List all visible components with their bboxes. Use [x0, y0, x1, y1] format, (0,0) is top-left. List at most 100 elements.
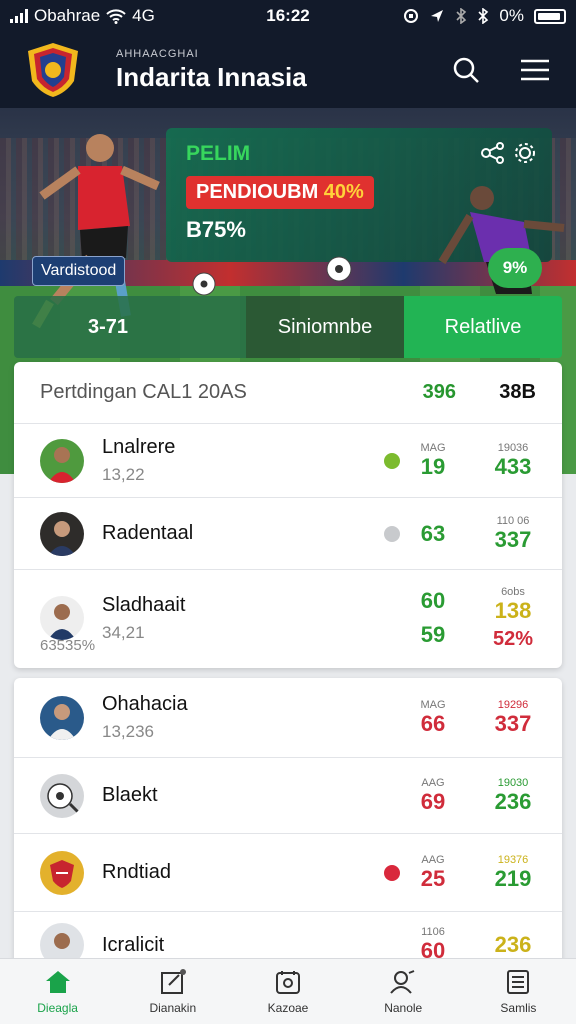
stat-a-value: 69 — [420, 788, 446, 814]
stat-b-label: 19376 — [497, 853, 529, 866]
player-name: Ohahacia — [102, 693, 188, 715]
header-col2: 38B — [499, 381, 536, 403]
list-item[interactable]: Lnalrere 13,22 MAG 19 19036 433 — [14, 424, 562, 498]
carrier-label: Obahrae — [34, 6, 101, 25]
user-search-icon — [390, 969, 415, 994]
wifi-icon — [106, 9, 126, 24]
ball-icon — [326, 256, 352, 282]
list-item[interactable]: Blaekt AAG 69 19030 236 — [14, 758, 562, 834]
bluetooth-icon-2 — [478, 8, 489, 24]
list-item[interactable]: Radentaal 63 110 06 337 — [14, 498, 562, 570]
menu-icon[interactable] — [520, 58, 550, 82]
stat-b-value: 236 — [494, 932, 532, 957]
player-name-badge: Vardistood — [32, 256, 126, 286]
stat-b-value: 138 — [494, 597, 532, 623]
stat-b-label: 19296 — [497, 698, 529, 711]
club-badge-avatar — [40, 850, 84, 895]
home-icon — [45, 970, 70, 993]
stat-a-label: MAG — [420, 698, 446, 711]
standings-card: Pertdingan CAL1 20AS 396 38B Lnalrere 13… — [14, 362, 562, 668]
stat-b-value-2: 52% — [492, 627, 534, 650]
nav-label: Nanole — [384, 1000, 423, 1015]
results-card: Ohahacia 13,236 MAG 66 19296 337 Blaekt AA… — [14, 678, 562, 978]
list-item[interactable]: Ohahacia 13,236 MAG 66 19296 337 — [14, 678, 562, 758]
standings-header: Pertdingan CAL1 20AS 396 38B — [14, 362, 562, 424]
tab-relative[interactable]: Relatlive — [404, 296, 562, 358]
stat-a-value: 19 — [420, 453, 446, 479]
signal-icon — [10, 9, 28, 23]
settings-gear-icon[interactable] — [514, 142, 536, 164]
list-item[interactable]: Rndtiad AAG 25 19376 219 — [14, 834, 562, 912]
header-col1: 396 — [422, 381, 456, 403]
player-name: Lnalrere — [102, 436, 176, 458]
ball-icon-2 — [192, 272, 216, 296]
stat-b-label: 19036 — [497, 441, 529, 454]
stat-a-value-2: 59 — [420, 622, 446, 647]
player-meta: 13,236 — [102, 722, 154, 741]
player-name: Sladhaait — [102, 593, 186, 616]
nav-label: Kazoae — [267, 1000, 309, 1015]
stat-a-label: 1106 — [421, 926, 445, 938]
tab-summary[interactable]: Siniomnbe — [246, 296, 404, 358]
nav-label: Dianakin — [149, 1000, 197, 1015]
stat-b-value: 433 — [494, 453, 532, 479]
nav-label: Samlis — [500, 1000, 537, 1015]
network-label: 4G — [132, 6, 155, 25]
battery-icon — [534, 8, 566, 24]
nav-item-calendar[interactable]: Kazoae — [230, 959, 345, 1024]
status-dot — [384, 452, 400, 469]
standings-title: Pertdingan CAL1 20AS — [40, 381, 247, 403]
edit-icon — [160, 968, 186, 994]
status-bar: Obahrae 4G 16:22 0% — [0, 0, 576, 32]
hero-pill: PENDIOUBM 40% — [186, 176, 374, 209]
nav-label: Dieagla — [37, 1000, 78, 1015]
hero-pill-text: PENDIOUBM — [196, 181, 319, 203]
hero-pill-highlight: 40% — [323, 181, 364, 203]
stat-b-value: 219 — [494, 865, 532, 891]
stat-a-value: 60 — [420, 588, 446, 613]
stat-b-label: 6obs — [501, 585, 525, 598]
stat-a-label: AAG — [421, 853, 445, 866]
club-crest-logo — [28, 43, 78, 97]
stat-b-value: 337 — [494, 526, 532, 552]
avatar — [40, 695, 84, 740]
list-icon — [507, 969, 530, 994]
nav-item-edit[interactable]: Dianakin — [115, 959, 230, 1024]
stat-a-value: 63 — [420, 520, 446, 546]
app-title: Indarita Innasia — [116, 61, 307, 92]
football-avatar-icon — [40, 773, 84, 818]
stat-b-label: 110 06 — [496, 514, 530, 527]
app-header: AHHAACGHAI Indarita Innasia — [0, 32, 576, 108]
header-subtitle: AHHAACGHAI — [116, 47, 199, 60]
player-name: Icralicit — [102, 933, 165, 956]
location-icon — [431, 10, 444, 22]
nav-item-home[interactable]: Dieagla — [0, 959, 115, 1024]
status-dot — [384, 864, 400, 881]
bottom-navigation: Dieagla Dianakin Kazoae Nanole Samlis — [0, 958, 576, 1024]
avatar — [40, 596, 84, 640]
nav-item-list[interactable]: Samlis — [461, 959, 576, 1024]
stat-a-value: 25 — [420, 865, 446, 891]
player-name: Rndtiad — [102, 861, 171, 883]
player-name: Radentaal — [102, 522, 194, 544]
stat-a-label: MAG — [420, 441, 446, 454]
segment-tabs: 3-71 Siniomnbe Relatlive — [14, 296, 562, 358]
player-name: Blaekt — [102, 784, 158, 806]
stat-a-label: AAG — [421, 776, 445, 789]
bluetooth-icon — [456, 8, 467, 24]
player-meta: 34,21 — [102, 622, 145, 642]
percentage-badge: 9% — [488, 248, 542, 288]
avatar — [40, 511, 84, 556]
search-icon[interactable] — [452, 56, 480, 84]
stat-b-value: 337 — [494, 710, 532, 736]
list-item[interactable]: Sladhaait 34,21 63535% 60 59 6obs 138 52% — [14, 570, 562, 666]
share-icon[interactable] — [480, 142, 506, 164]
player-meta: 13,22 — [102, 465, 145, 484]
tab-score[interactable]: 3-71 — [14, 296, 246, 358]
stat-a-value: 66 — [420, 710, 446, 736]
nav-item-profile[interactable]: Nanole — [346, 959, 461, 1024]
rotation-lock-icon — [404, 9, 419, 23]
stat-b-label: 19030 — [497, 776, 529, 789]
avatar — [40, 438, 84, 483]
player-extra: 63535% — [40, 637, 96, 654]
